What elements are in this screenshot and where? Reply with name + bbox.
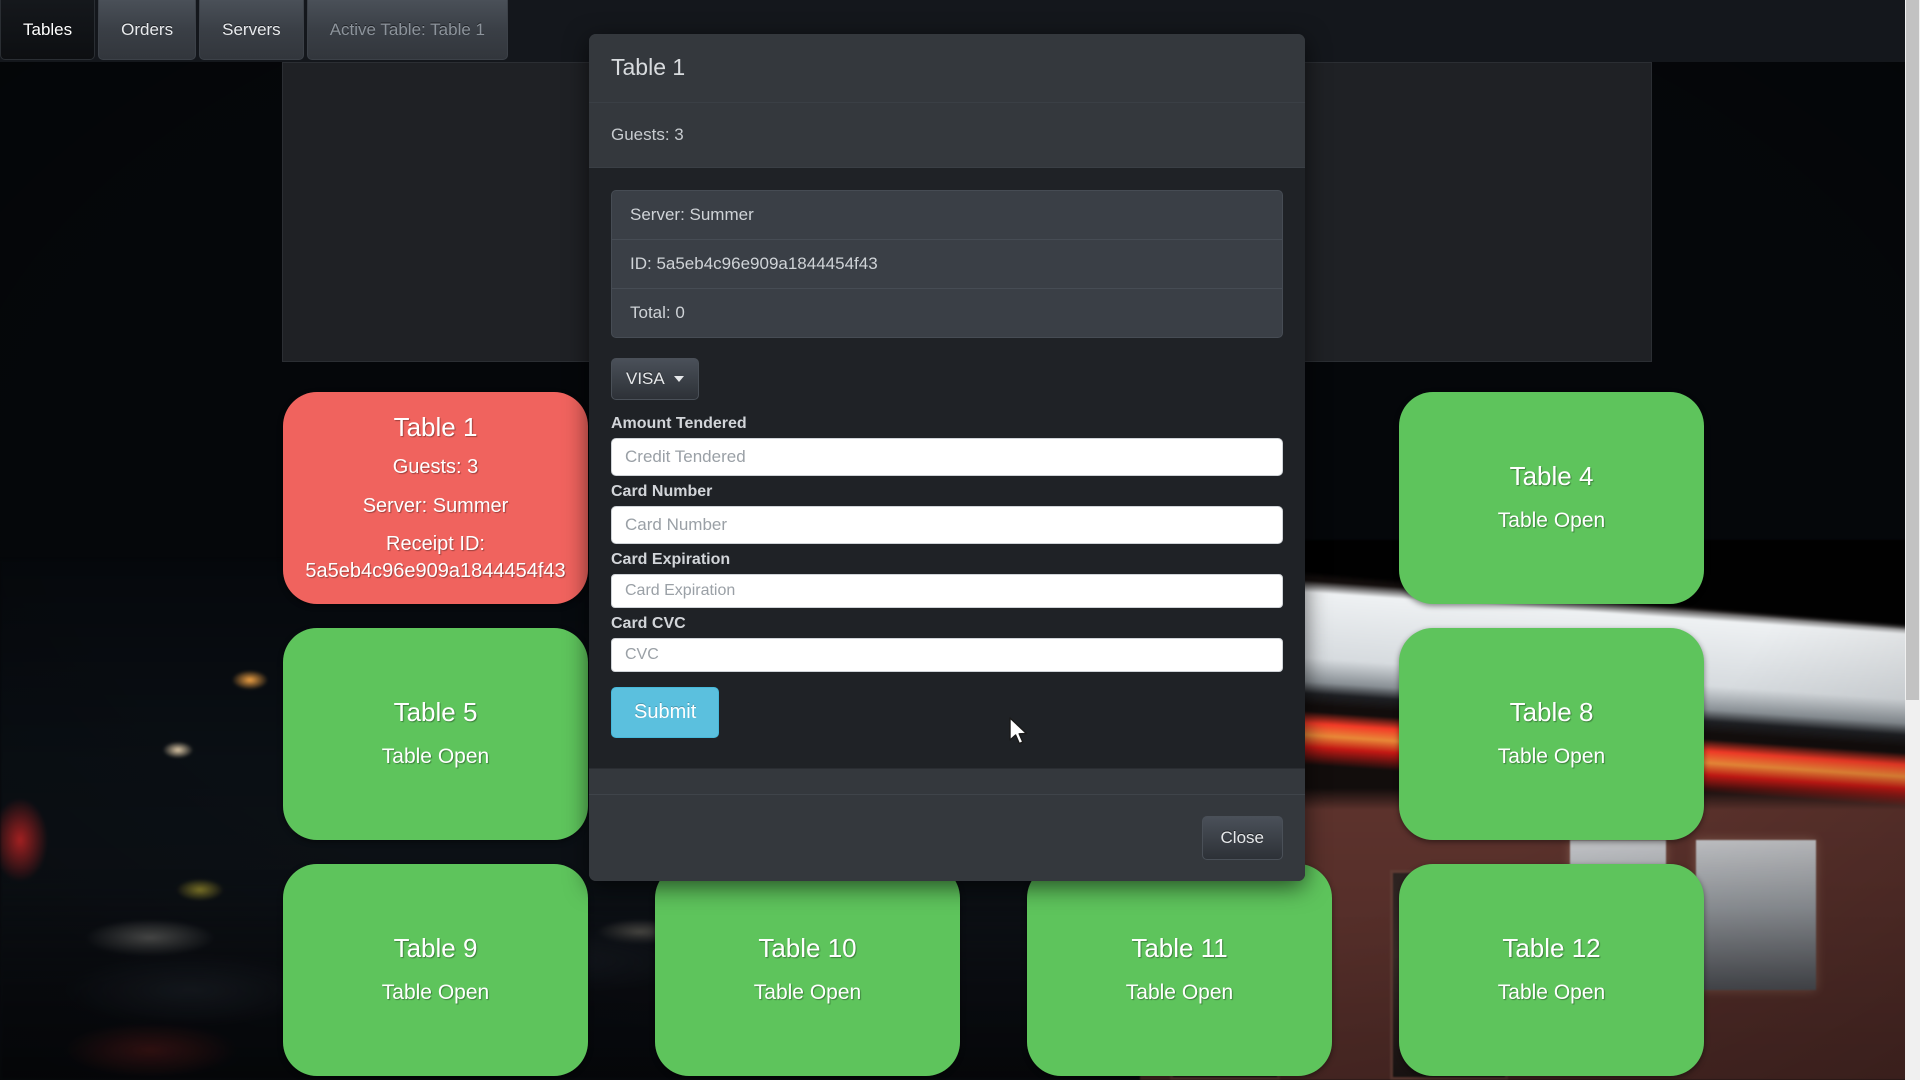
modal-footer: Close bbox=[589, 793, 1305, 881]
table-card-status: Table Open bbox=[1497, 745, 1606, 769]
card-number-input[interactable] bbox=[611, 505, 1283, 544]
tab-servers-label: Servers bbox=[222, 19, 281, 39]
modal-guests-label: Guests: 3 bbox=[611, 124, 684, 144]
table-card-status: Table Open bbox=[381, 745, 490, 769]
table-card-status: Table Open bbox=[1497, 509, 1606, 533]
table-card-status: Table Open bbox=[381, 981, 490, 1005]
table-card-title: Table 9 bbox=[393, 932, 478, 963]
table-card-5[interactable]: Table 5 Table Open bbox=[283, 628, 588, 840]
pos-app: Tables Orders Servers Active Table: Tabl… bbox=[0, 0, 1920, 1080]
table-card-title: Table 4 bbox=[1509, 460, 1594, 491]
card-cvc-label: Card CVC bbox=[611, 614, 686, 632]
amount-tendered-label: Amount Tendered bbox=[611, 414, 747, 432]
table-card-status: Table Open bbox=[1497, 981, 1606, 1005]
active-table-indicator[interactable]: Active Table: Table 1 bbox=[306, 0, 508, 60]
receipt-id-item: ID: 5a5eb4c96e909a1844454f43 bbox=[611, 238, 1283, 288]
table-card-receipt-id: 5a5eb4c96e909a1844454f43 bbox=[305, 560, 566, 583]
table-card-title: Table 10 bbox=[758, 932, 857, 963]
table-card-server: Server: Summer bbox=[362, 495, 509, 518]
modal-body: Server: Summer ID: 5a5eb4c96e909a1844454… bbox=[589, 167, 1305, 768]
payment-type-dropdown[interactable]: VISA bbox=[611, 357, 699, 400]
tab-orders[interactable]: Orders bbox=[98, 0, 197, 60]
tab-servers[interactable]: Servers bbox=[199, 0, 304, 60]
tab-orders-label: Orders bbox=[121, 19, 174, 39]
table-card-9[interactable]: Table 9 Table Open bbox=[283, 864, 588, 1076]
card-cvc-input[interactable] bbox=[611, 637, 1283, 672]
modal-title: Table 1 bbox=[611, 54, 686, 80]
chevron-down-icon bbox=[673, 375, 684, 382]
card-expiration-label: Card Expiration bbox=[611, 550, 731, 568]
table-card-status: Table Open bbox=[1125, 981, 1234, 1005]
card-number-label: Card Number bbox=[611, 482, 713, 500]
receipt-server-item: Server: Summer bbox=[611, 189, 1283, 239]
receipt-summary-list: Server: Summer ID: 5a5eb4c96e909a1844454… bbox=[611, 189, 1283, 338]
close-button[interactable]: Close bbox=[1201, 815, 1283, 860]
modal-spacer bbox=[589, 767, 1305, 794]
table-card-8[interactable]: Table 8 Table Open bbox=[1399, 628, 1704, 840]
table-row: Table 9 Table Open Table 10 Table Open T… bbox=[0, 864, 1905, 1076]
submit-button[interactable]: Submit bbox=[611, 686, 720, 738]
table-card-status: Table Open bbox=[753, 981, 862, 1005]
table-card-title: Table 1 bbox=[393, 411, 478, 442]
table-card-4[interactable]: Table 4 Table Open bbox=[1399, 392, 1704, 604]
table-card-title: Table 8 bbox=[1509, 696, 1594, 727]
modal-header: Table 1 bbox=[589, 34, 1305, 103]
payment-type-label: VISA bbox=[626, 368, 665, 388]
tab-tables-label: Tables bbox=[23, 19, 73, 39]
table-card-title: Table 11 bbox=[1131, 932, 1228, 963]
card-expiration-input[interactable] bbox=[611, 573, 1283, 608]
table-card-11[interactable]: Table 11 Table Open bbox=[1027, 864, 1332, 1076]
modal-guests-row: Guests: 3 bbox=[589, 102, 1305, 168]
table-card-1[interactable]: Table 1 Guests: 3 Server: Summer Receipt… bbox=[283, 392, 588, 604]
page-scrollbar-thumb[interactable] bbox=[1906, 0, 1919, 700]
table-card-10[interactable]: Table 10 Table Open bbox=[655, 864, 960, 1076]
table-card-guests: Guests: 3 bbox=[392, 456, 479, 479]
page-scrollbar[interactable] bbox=[1905, 0, 1920, 1080]
table-card-title: Table 12 bbox=[1502, 932, 1601, 963]
amount-tendered-input[interactable] bbox=[611, 437, 1283, 476]
tab-tables[interactable]: Tables bbox=[0, 0, 96, 60]
payment-modal: Table 1 Guests: 3 Server: Summer ID: 5a5… bbox=[589, 34, 1305, 881]
table-card-receipt-label: Receipt ID: bbox=[386, 533, 485, 556]
table-card-title: Table 5 bbox=[393, 696, 478, 727]
table-card-12[interactable]: Table 12 Table Open bbox=[1399, 864, 1704, 1076]
active-table-label: Active Table: Table 1 bbox=[329, 19, 485, 39]
receipt-total-item: Total: 0 bbox=[611, 287, 1283, 338]
